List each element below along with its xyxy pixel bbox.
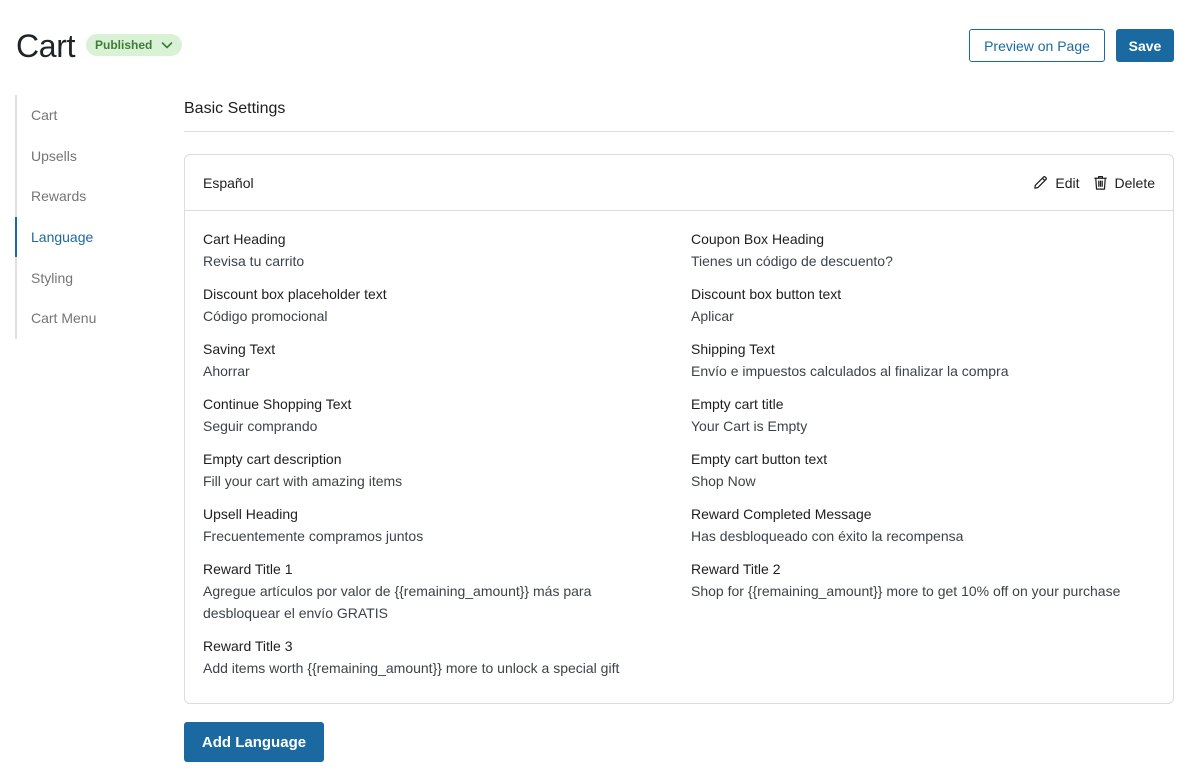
section-divider — [184, 131, 1174, 132]
field-value: Shop Now — [691, 473, 756, 489]
field-saving-text: Saving Text Ahorrar — [203, 339, 691, 382]
edit-button[interactable]: Edit — [1032, 174, 1080, 191]
field-label: Discount box placeholder text — [203, 286, 387, 302]
field-empty-cart-button-text: Empty cart button text Shop Now — [691, 449, 1161, 492]
field-coupon-box-heading: Coupon Box Heading Tienes un código de d… — [691, 229, 1161, 272]
settings-sidebar: Cart Upsells Rewards Language Styling Ca… — [15, 95, 155, 339]
field-value: Seguir comprando — [203, 418, 318, 434]
field-label: Reward Completed Message — [691, 506, 872, 522]
field-value: Aplicar — [691, 308, 734, 324]
sidebar-item-styling[interactable]: Styling — [15, 257, 155, 298]
field-empty-cart-description: Empty cart description Fill your cart wi… — [203, 449, 691, 492]
field-reward-title-2: Reward Title 2 Shop for {{remaining_amou… — [691, 559, 1161, 624]
section-title: Basic Settings — [184, 100, 286, 117]
status-label: Published — [95, 38, 153, 52]
field-value: Has desbloqueado con éxito la recompensa — [691, 528, 964, 544]
field-label: Empty cart title — [691, 396, 784, 412]
edit-label: Edit — [1055, 174, 1080, 191]
field-value: Your Cart is Empty — [691, 418, 808, 434]
field-label: Shipping Text — [691, 341, 775, 357]
field-label: Reward Title 3 — [203, 638, 293, 654]
field-label: Cart Heading — [203, 231, 286, 247]
save-button[interactable]: Save — [1116, 29, 1174, 62]
field-cart-heading: Cart Heading Revisa tu carrito — [203, 229, 691, 272]
field-label: Discount box button text — [691, 286, 842, 302]
field-value: Tienes un código de descuento? — [691, 253, 893, 269]
field-value: Shop for {{remaining_amount}} more to ge… — [691, 583, 1121, 599]
status-dropdown[interactable]: Published — [86, 34, 183, 56]
field-label: Saving Text — [203, 341, 276, 357]
chevron-down-icon — [162, 42, 173, 49]
field-label: Reward Title 1 — [203, 561, 293, 577]
sidebar-item-language[interactable]: Language — [15, 216, 155, 258]
field-empty-cart-title: Empty cart title Your Cart is Empty — [691, 394, 1161, 437]
field-value: Add items worth {{remaining_amount}} mor… — [203, 660, 620, 676]
field-continue-shopping-text: Continue Shopping Text Seguir comprando — [203, 394, 691, 437]
field-value: Frecuentemente compramos juntos — [203, 528, 424, 544]
trash-icon — [1093, 176, 1107, 190]
field-shipping-text: Shipping Text Envío e impuestos calculad… — [691, 339, 1161, 382]
field-value: Agregue artículos por valor de {{remaini… — [203, 583, 592, 621]
field-value: Revisa tu carrito — [203, 253, 305, 269]
add-language-button[interactable]: Add Language — [184, 722, 324, 762]
field-label: Empty cart button text — [691, 451, 828, 467]
sidebar-item-upsells[interactable]: Upsells — [15, 136, 155, 177]
field-reward-title-3: Reward Title 3 Add items worth {{remaini… — [203, 636, 691, 679]
sidebar-item-cart[interactable]: Cart — [15, 95, 155, 136]
field-label: Coupon Box Heading — [691, 231, 825, 247]
field-upsell-heading: Upsell Heading Frecuentemente compramos … — [203, 504, 691, 547]
field-value: Ahorrar — [203, 363, 250, 379]
delete-button[interactable]: Delete — [1092, 174, 1155, 191]
sidebar-item-rewards[interactable]: Rewards — [15, 176, 155, 217]
field-discount-placeholder: Discount box placeholder text Código pro… — [203, 284, 691, 327]
language-card: Español Edit Delete Cart Heading Revisa … — [184, 154, 1174, 704]
preview-on-page-button[interactable]: Preview on Page — [969, 29, 1105, 62]
language-card-header: Español Edit Delete — [185, 155, 1173, 211]
field-discount-button-text: Discount box button text Aplicar — [691, 284, 1161, 327]
page-title: Cart — [16, 28, 76, 64]
delete-label: Delete — [1114, 174, 1155, 191]
pencil-icon — [1034, 176, 1048, 189]
sidebar-item-cart-menu[interactable]: Cart Menu — [15, 298, 155, 339]
field-value: Fill your cart with amazing items — [203, 473, 403, 489]
language-name: Español — [203, 174, 254, 191]
field-label: Empty cart description — [203, 451, 342, 467]
field-value: Código promocional — [203, 308, 328, 324]
field-label: Reward Title 2 — [691, 561, 781, 577]
field-reward-title-1: Reward Title 1 Agregue artículos por val… — [203, 559, 691, 624]
field-label: Continue Shopping Text — [203, 396, 352, 412]
field-value: Envío e impuestos calculados al finaliza… — [691, 363, 1009, 379]
field-reward-completed-message: Reward Completed Message Has desbloquead… — [691, 504, 1161, 547]
field-label: Upsell Heading — [203, 506, 298, 522]
language-fields: Cart Heading Revisa tu carrito Coupon Bo… — [203, 229, 1163, 679]
